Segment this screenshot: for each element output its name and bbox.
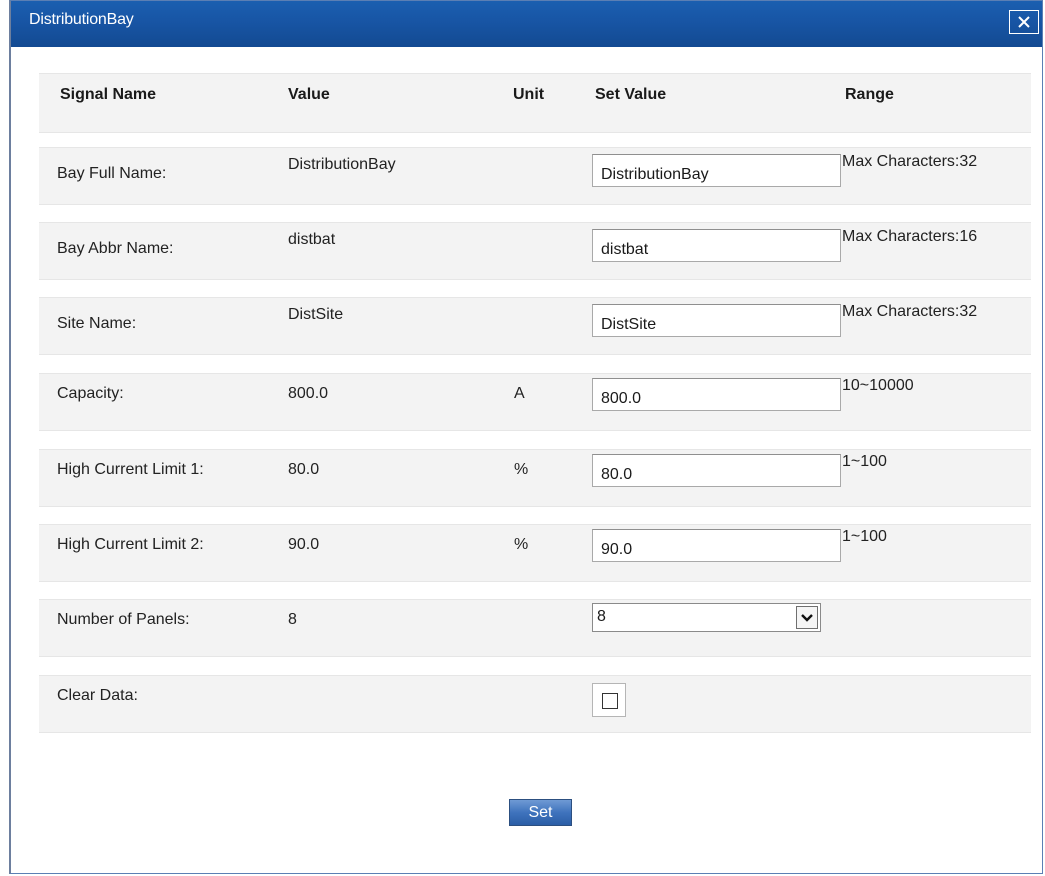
range-text: Max Characters:32 <box>842 153 978 170</box>
table-row-high-current-limit-2: High Current Limit 2: 90.0 % 1~100 <box>39 524 1031 582</box>
table-row-bay-full-name: Bay Full Name: DistributionBay Max Chara… <box>39 147 1031 205</box>
current-value: 8 <box>288 611 297 628</box>
current-value: DistributionBay <box>288 156 396 173</box>
current-value: 80.0 <box>288 461 320 478</box>
current-value: 90.0 <box>288 536 320 553</box>
signal-name: High Current Limit 1: <box>57 461 204 478</box>
range-text: Max Characters:32 <box>842 303 978 320</box>
bay-abbr-name-input[interactable] <box>592 229 841 262</box>
dialog-window: DistributionBay Signal Name Value Unit S… <box>9 0 1043 874</box>
title-bar[interactable]: DistributionBay <box>11 1 1042 47</box>
unit-text: % <box>514 536 529 553</box>
range-text: 1~100 <box>842 453 887 470</box>
close-button[interactable] <box>1009 10 1039 34</box>
close-icon <box>1018 16 1030 28</box>
header-unit: Unit <box>513 86 545 103</box>
header-set-value: Set Value <box>595 86 667 103</box>
capacity-input[interactable] <box>592 378 841 411</box>
table-row-clear-data: Clear Data: <box>39 675 1031 733</box>
high-current-limit-1-input[interactable] <box>592 454 841 487</box>
bay-full-name-input[interactable] <box>592 154 841 187</box>
table-row-number-of-panels: Number of Panels: 8 8 <box>39 599 1031 657</box>
header-range: Range <box>845 86 894 103</box>
header-value: Value <box>288 86 330 103</box>
chevron-down-icon[interactable] <box>796 606 818 629</box>
header-signal-name: Signal Name <box>60 86 157 103</box>
table-row-capacity: Capacity: 800.0 A 10~10000 <box>39 373 1031 431</box>
signal-name: High Current Limit 2: <box>57 536 204 553</box>
current-value: DistSite <box>288 306 344 323</box>
table-row-high-current-limit-1: High Current Limit 1: 80.0 % 1~100 <box>39 449 1031 507</box>
signal-name: Number of Panels: <box>57 611 190 628</box>
checkbox-box <box>602 693 618 709</box>
high-current-limit-2-input[interactable] <box>592 529 841 562</box>
table-row-bay-abbr-name: Bay Abbr Name: distbat Max Characters:16 <box>39 222 1031 280</box>
set-button[interactable]: Set <box>509 799 572 826</box>
selected-value: 8 <box>597 608 606 625</box>
signal-name: Bay Full Name: <box>57 165 167 182</box>
signal-name: Capacity: <box>57 385 124 402</box>
site-name-input[interactable] <box>592 304 841 337</box>
range-text: 10~10000 <box>842 377 914 394</box>
table-row-site-name: Site Name: DistSite Max Characters:32 <box>39 297 1031 355</box>
unit-text: A <box>514 385 525 402</box>
table-header-row: Signal Name Value Unit Set Value Range <box>39 73 1031 133</box>
range-text: 1~100 <box>842 528 887 545</box>
signal-name: Clear Data: <box>57 687 138 704</box>
range-text: Max Characters:16 <box>842 228 978 245</box>
signal-name: Bay Abbr Name: <box>57 240 174 257</box>
number-of-panels-select[interactable]: 8 <box>592 603 821 632</box>
current-value: 800.0 <box>288 385 329 402</box>
window-title: DistributionBay <box>29 11 134 28</box>
clear-data-checkbox[interactable] <box>592 683 626 717</box>
signal-name: Site Name: <box>57 315 137 332</box>
unit-text: % <box>514 461 529 478</box>
current-value: distbat <box>288 231 336 248</box>
